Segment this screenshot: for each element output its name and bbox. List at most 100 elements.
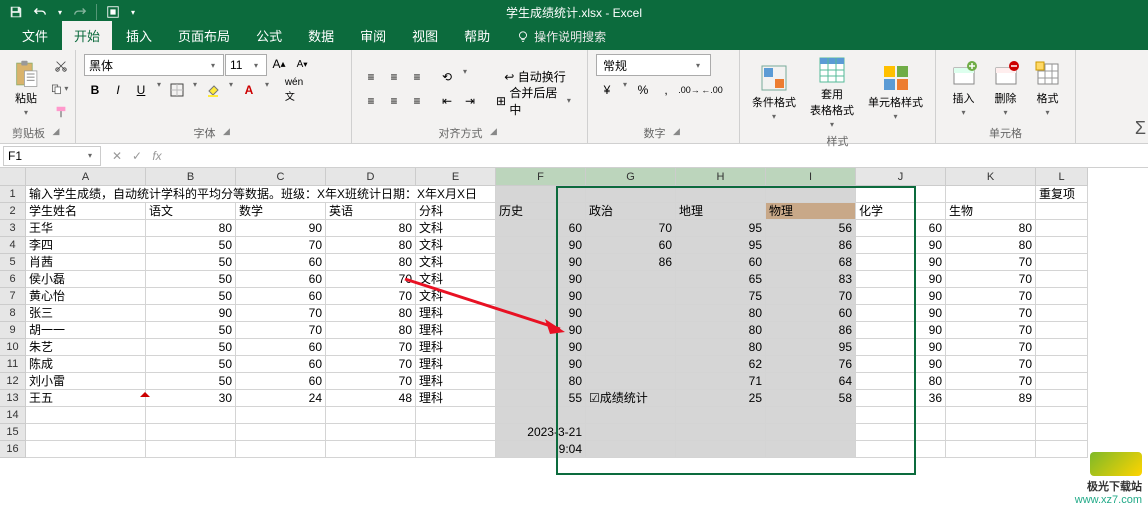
formula-input[interactable] (170, 146, 1148, 166)
cell[interactable]: 24 (236, 390, 326, 407)
cell[interactable] (856, 407, 946, 424)
cell[interactable] (1036, 407, 1088, 424)
cell[interactable]: 语文 (146, 203, 236, 220)
cell[interactable]: 化学 (856, 203, 946, 220)
cell[interactable] (1036, 339, 1088, 356)
cell[interactable]: 文科 (416, 220, 496, 237)
cell[interactable]: 86 (766, 237, 856, 254)
align-middle-icon[interactable]: ≡ (383, 67, 405, 87)
cell[interactable]: 83 (766, 271, 856, 288)
column-header[interactable]: A (26, 168, 146, 186)
row-header[interactable]: 1 (0, 186, 26, 203)
row-header[interactable]: 11 (0, 356, 26, 373)
cell[interactable]: 70 (236, 322, 326, 339)
decrease-decimal-icon[interactable]: ←.00 (701, 80, 723, 100)
cell[interactable]: 80 (496, 373, 586, 390)
column-header[interactable]: C (236, 168, 326, 186)
cell[interactable] (236, 407, 326, 424)
cell[interactable]: 70 (326, 271, 416, 288)
cell[interactable]: 90 (496, 356, 586, 373)
cell[interactable] (676, 407, 766, 424)
cell[interactable] (586, 424, 676, 441)
cell[interactable] (766, 441, 856, 458)
cut-icon[interactable] (50, 56, 72, 76)
cell[interactable]: 重复项 (1036, 186, 1088, 203)
cell[interactable]: 70 (326, 373, 416, 390)
cell[interactable]: 80 (946, 237, 1036, 254)
cell[interactable] (416, 441, 496, 458)
align-top-icon[interactable]: ≡ (360, 67, 382, 87)
cell[interactable] (676, 424, 766, 441)
cell[interactable]: 80 (676, 322, 766, 339)
cell[interactable]: 70 (946, 254, 1036, 271)
cell[interactable]: ☑成绩统计 (586, 390, 676, 407)
cell[interactable]: 70 (946, 305, 1036, 322)
cell[interactable]: 70 (766, 288, 856, 305)
cell[interactable]: 文科 (416, 271, 496, 288)
format-as-table-button[interactable]: 套用 表格格式▾ (806, 54, 858, 131)
undo-icon[interactable] (30, 2, 50, 22)
cell[interactable] (1036, 220, 1088, 237)
cell[interactable]: 95 (766, 339, 856, 356)
cell[interactable] (326, 424, 416, 441)
cell[interactable]: 50 (146, 254, 236, 271)
cell[interactable]: 黄心怡 (26, 288, 146, 305)
cell[interactable]: 60 (236, 254, 326, 271)
percent-format-icon[interactable]: % (632, 80, 654, 100)
cell[interactable]: 英语 (326, 203, 416, 220)
cell[interactable]: 张三 (26, 305, 146, 322)
cell[interactable]: 70 (586, 220, 676, 237)
cell[interactable]: 90 (496, 339, 586, 356)
cell[interactable]: 胡一一 (26, 322, 146, 339)
tab-pagelayout[interactable]: 页面布局 (166, 21, 242, 50)
cell[interactable] (1036, 237, 1088, 254)
cell[interactable]: 王华 (26, 220, 146, 237)
tell-me-search[interactable]: 操作说明搜索 (504, 23, 618, 50)
cell[interactable] (946, 424, 1036, 441)
cell[interactable] (146, 424, 236, 441)
cell[interactable]: 90 (856, 271, 946, 288)
cell[interactable]: 地理 (676, 203, 766, 220)
paste-button[interactable]: 粘贴 ▾ (8, 58, 44, 119)
cell[interactable] (586, 441, 676, 458)
column-header[interactable]: F (496, 168, 586, 186)
cell[interactable]: 90 (856, 322, 946, 339)
row-header[interactable]: 7 (0, 288, 26, 305)
cell-styles-button[interactable]: 单元格样式▾ (864, 62, 927, 123)
phonetic-icon[interactable]: wén文 (283, 80, 305, 100)
cell[interactable] (586, 356, 676, 373)
cell[interactable]: 70 (326, 288, 416, 305)
fx-icon[interactable]: fx (148, 149, 166, 163)
cell[interactable]: 90 (496, 271, 586, 288)
cell[interactable] (1036, 271, 1088, 288)
cell[interactable] (586, 271, 676, 288)
align-center-icon[interactable]: ≡ (383, 91, 405, 111)
cell[interactable]: 90 (496, 322, 586, 339)
align-left-icon[interactable]: ≡ (360, 91, 382, 111)
cell[interactable]: 李四 (26, 237, 146, 254)
tab-review[interactable]: 审阅 (348, 21, 398, 50)
format-painter-icon[interactable] (50, 102, 72, 122)
row-header[interactable]: 13 (0, 390, 26, 407)
cell[interactable] (766, 186, 856, 203)
cell[interactable]: 30 (146, 390, 236, 407)
cell[interactable]: 70 (946, 373, 1036, 390)
undo-dropdown-icon[interactable]: ▾ (54, 8, 66, 17)
cell[interactable]: 80 (676, 305, 766, 322)
cell[interactable]: 86 (766, 322, 856, 339)
cell[interactable]: 90 (856, 237, 946, 254)
cell[interactable]: 64 (766, 373, 856, 390)
save-icon[interactable] (6, 2, 26, 22)
column-header[interactable]: K (946, 168, 1036, 186)
cell[interactable]: 理科 (416, 339, 496, 356)
cell[interactable]: 输入学生成绩，自动统计学科的平均分等数据。班级：X年X班统计日期：X年X月X日 (26, 186, 496, 203)
cell[interactable] (1036, 305, 1088, 322)
cell[interactable]: 60 (676, 254, 766, 271)
cell[interactable]: 9:04 (496, 441, 586, 458)
tab-help[interactable]: 帮助 (452, 21, 502, 50)
cell[interactable]: 70 (326, 339, 416, 356)
align-bottom-icon[interactable]: ≡ (406, 67, 428, 87)
clipboard-dialog-launcher[interactable]: ◢ (49, 126, 63, 140)
cell[interactable]: 分科 (416, 203, 496, 220)
number-dialog-launcher[interactable]: ◢ (670, 126, 684, 140)
